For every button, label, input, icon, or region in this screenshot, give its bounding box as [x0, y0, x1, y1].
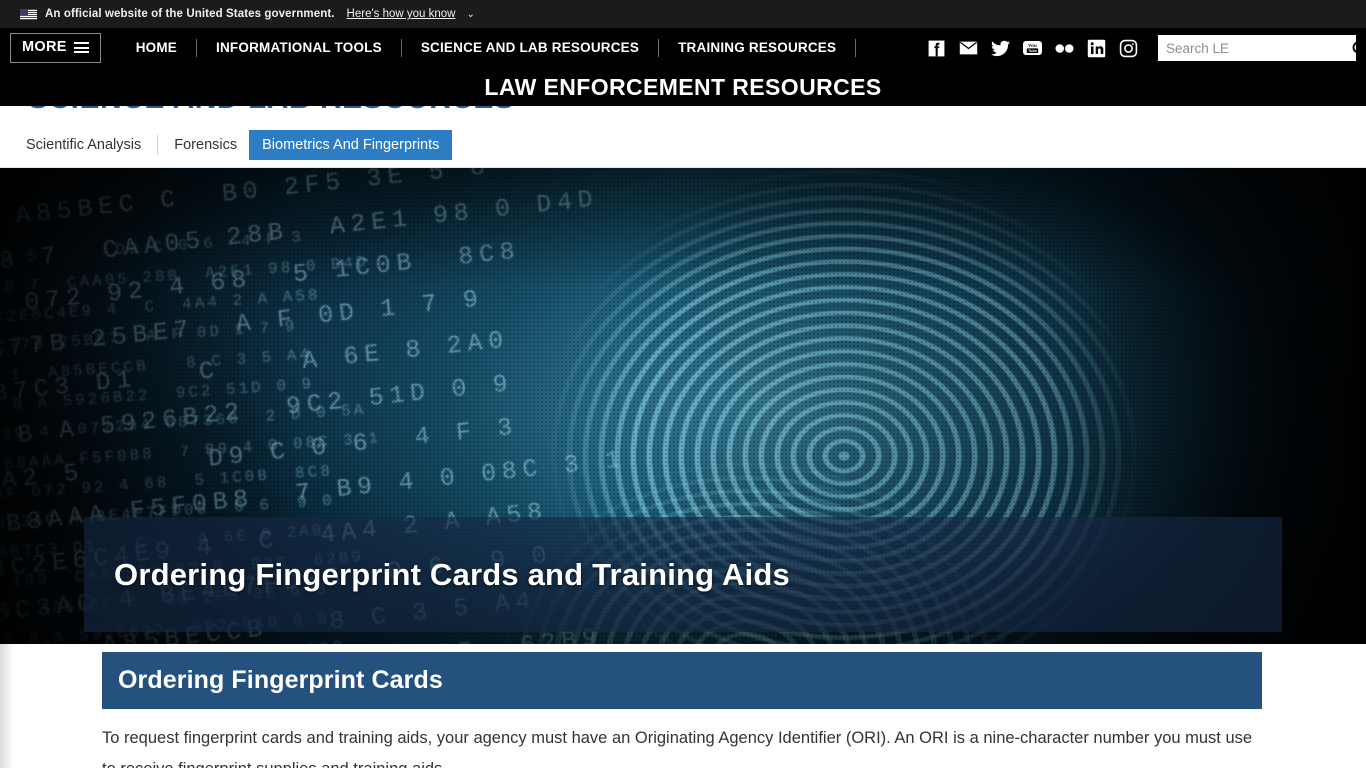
how-you-know-link[interactable]: Here's how you know [347, 8, 456, 20]
instagram-icon[interactable] [1119, 39, 1138, 58]
more-menu-label: MORE [22, 39, 67, 56]
gov-banner-text: An official website of the United States… [45, 8, 335, 20]
twitter-icon[interactable] [991, 39, 1010, 58]
nav-item-science-and-lab-resources[interactable]: SCIENCE AND LAB RESOURCES [402, 28, 658, 68]
nav-item-home[interactable]: HOME [117, 28, 196, 68]
main-content: Ordering Fingerprint Cards To request fi… [0, 644, 1366, 768]
main-navigation-bar: MORE HOME INFORMATIONAL TOOLS SCIENCE AN… [0, 28, 1366, 68]
email-icon[interactable] [959, 39, 978, 58]
flickr-icon[interactable] [1055, 39, 1074, 58]
page-title: LAW ENFORCEMENT RESOURCES [484, 73, 882, 100]
section-heading: Ordering Fingerprint Cards [118, 666, 443, 694]
hamburger-icon [73, 42, 89, 53]
tab-biometrics-and-fingerprints[interactable]: Biometrics And Fingerprints [249, 129, 453, 160]
us-flag-icon [20, 8, 37, 20]
svg-text:Tube: Tube [1028, 48, 1038, 53]
nav-item-training-resources[interactable]: TRAINING RESOURCES [659, 28, 855, 68]
search-icon [1352, 41, 1366, 56]
nav-item-informational-tools[interactable]: INFORMATIONAL TOOLS [197, 28, 401, 68]
clipped-section-heading-strip: SCIENCE AND LAB RESOURCES [0, 106, 1366, 122]
hero-title: Ordering Fingerprint Cards and Training … [114, 556, 790, 592]
tab-forensics[interactable]: Forensics [162, 131, 249, 159]
hero-title-box: Ordering Fingerprint Cards and Training … [84, 517, 1282, 632]
section-paragraph: To request fingerprint cards and trainin… [102, 729, 1253, 768]
nav-items: HOME INFORMATIONAL TOOLS SCIENCE AND LAB… [117, 28, 857, 68]
search-button[interactable] [1351, 35, 1366, 61]
site-title-band: LAW ENFORCEMENT RESOURCES [0, 68, 1366, 106]
facebook-icon[interactable] [927, 39, 946, 58]
clipped-section-heading: SCIENCE AND LAB RESOURCES [28, 106, 514, 116]
tab-scientific-analysis[interactable]: Scientific Analysis [14, 131, 153, 159]
more-menu-button[interactable]: MORE [10, 33, 101, 63]
search-input[interactable] [1158, 35, 1351, 61]
gov-banner: An official website of the United States… [0, 0, 1366, 28]
tab-divider [157, 134, 159, 155]
youtube-icon[interactable]: You Tube [1023, 39, 1042, 58]
social-links: You Tube [927, 39, 1138, 58]
linkedin-icon[interactable] [1087, 39, 1106, 58]
nav-divider [855, 39, 857, 57]
hero-banner: 5F3B A85BEC C B0 2F5 3E 5 8 B 66C8 7 CAA… [0, 168, 1366, 644]
search-box [1158, 35, 1366, 61]
nav-right-cluster: You Tube [927, 28, 1366, 68]
sub-navigation-tabs: Scientific Analysis Forensics Biometrics… [0, 122, 1366, 168]
chevron-down-icon[interactable]: ⌄ [467, 9, 475, 20]
section-heading-bar: Ordering Fingerprint Cards [102, 652, 1262, 709]
